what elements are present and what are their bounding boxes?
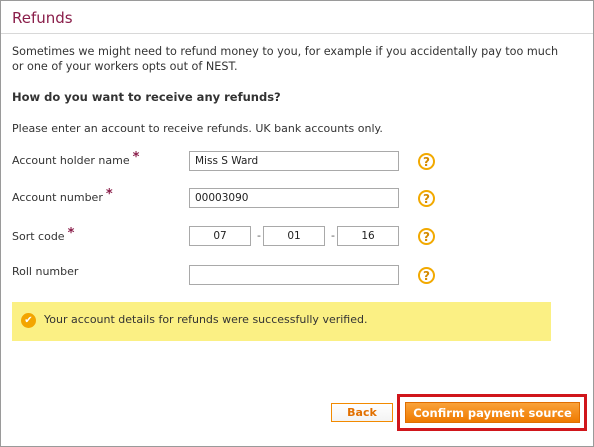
sort-code-help-icon[interactable]: ?	[418, 228, 435, 245]
success-alert: ✔ Your account details for refunds were …	[12, 302, 551, 341]
sort-code-separator: -	[257, 229, 261, 242]
roll-number-label: Roll number	[12, 265, 78, 278]
confirm-payment-source-button[interactable]: Confirm payment source	[405, 402, 580, 423]
check-circle-icon: ✔	[21, 313, 36, 328]
sort-code-separator: -	[331, 229, 335, 242]
account-holder-help-icon[interactable]: ?	[418, 153, 435, 170]
back-button[interactable]: Back	[331, 403, 393, 422]
section-heading: How do you want to receive any refunds?	[12, 90, 281, 104]
sort-code-part-3-input[interactable]	[337, 226, 399, 246]
account-holder-label-text: Account holder name	[12, 154, 130, 167]
roll-number-input[interactable]	[189, 265, 399, 285]
roll-number-help-icon[interactable]: ?	[418, 267, 435, 284]
account-holder-label: Account holder name *	[12, 150, 140, 168]
account-number-label: Account number *	[12, 187, 113, 205]
roll-number-label-text: Roll number	[12, 265, 79, 278]
account-holder-input[interactable]	[189, 151, 399, 171]
required-asterisk: *	[132, 150, 140, 165]
title-divider	[1, 33, 593, 34]
refunds-panel: Refunds Sometimes we might need to refun…	[0, 0, 594, 447]
account-number-help-icon[interactable]: ?	[418, 190, 435, 207]
sort-code-label-text: Sort code	[12, 230, 65, 243]
sort-code-part-2-input[interactable]	[263, 226, 325, 246]
sort-code-label: Sort code *	[12, 226, 75, 244]
required-asterisk: *	[105, 187, 113, 202]
intro-text: Sometimes we might need to refund money …	[12, 45, 559, 73]
required-asterisk: *	[67, 226, 75, 241]
account-number-input[interactable]	[189, 188, 399, 208]
page-title: Refunds	[12, 9, 73, 27]
success-alert-message: Your account details for refunds were su…	[44, 313, 368, 326]
sort-code-part-1-input[interactable]	[189, 226, 251, 246]
instruction-text: Please enter an account to receive refun…	[12, 122, 383, 135]
account-number-label-text: Account number	[12, 191, 103, 204]
